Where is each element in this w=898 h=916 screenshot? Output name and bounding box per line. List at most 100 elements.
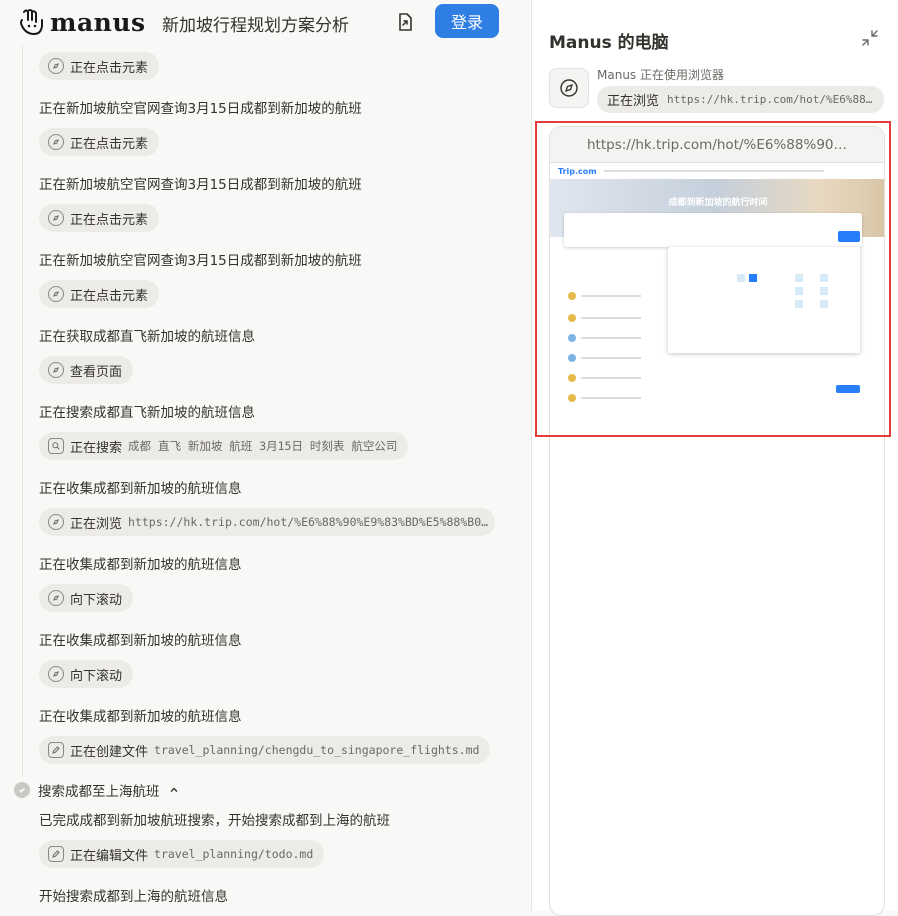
action-chip-click[interactable]: 正在点击元素 <box>39 280 160 308</box>
calendar-day[interactable] <box>845 261 853 269</box>
calendar-day[interactable] <box>770 274 778 282</box>
calendar-day[interactable] <box>795 300 803 308</box>
calendar-day[interactable] <box>712 326 720 334</box>
calendar-day[interactable] <box>795 274 803 282</box>
calendar-day[interactable] <box>820 326 828 334</box>
calendar-day[interactable] <box>833 261 841 269</box>
calendar-day[interactable] <box>712 300 720 308</box>
calendar-day[interactable] <box>845 287 853 295</box>
calendar-day[interactable] <box>795 287 803 295</box>
calendar-day[interactable] <box>724 261 732 269</box>
calendar-day[interactable] <box>674 287 682 295</box>
calendar-day[interactable] <box>770 287 778 295</box>
calendar-day[interactable] <box>674 313 682 321</box>
calendar-day[interactable] <box>737 300 745 308</box>
calendar-day[interactable] <box>737 326 745 334</box>
calendar-day[interactable] <box>820 274 828 282</box>
page-screenshot[interactable]: Trip.com 成都到新加坡的航行时间 <box>550 163 884 403</box>
collapse-icon[interactable] <box>860 28 880 48</box>
calendar-day[interactable] <box>783 261 791 269</box>
calendar-day[interactable] <box>674 274 682 282</box>
calendar-day[interactable] <box>845 300 853 308</box>
calendar-day[interactable] <box>687 287 695 295</box>
calendar-day[interactable] <box>833 300 841 308</box>
calendar-day[interactable] <box>699 287 707 295</box>
calendar-day[interactable] <box>699 326 707 334</box>
calendar-day[interactable] <box>687 261 695 269</box>
calendar-day[interactable] <box>808 300 816 308</box>
calendar-day[interactable] <box>833 274 841 282</box>
calendar-day[interactable] <box>712 274 720 282</box>
date-picker[interactable] <box>668 247 860 353</box>
calendar-day[interactable] <box>724 287 732 295</box>
chevron-up-icon[interactable] <box>168 784 180 796</box>
action-chip-edit-file[interactable]: 正在编辑文件 travel_planning/todo.md <box>39 840 325 868</box>
browser-view[interactable]: https://hk.trip.com/hot/%E6%88%90… Trip.… <box>549 126 885 916</box>
calendar-day[interactable] <box>724 274 732 282</box>
calendar-day[interactable] <box>724 326 732 334</box>
calendar-day[interactable] <box>820 287 828 295</box>
calendar-day[interactable] <box>845 274 853 282</box>
calendar-day[interactable] <box>699 261 707 269</box>
calendar-day[interactable] <box>820 261 828 269</box>
search-button[interactable] <box>838 231 860 242</box>
calendar-day[interactable] <box>770 313 778 321</box>
share-icon[interactable] <box>394 11 416 33</box>
calendar-day[interactable] <box>749 287 757 295</box>
calendar-day[interactable] <box>687 313 695 321</box>
action-chip-scroll[interactable]: 向下滚动 <box>39 660 134 688</box>
calendar-day[interactable] <box>674 261 682 269</box>
calendar-day[interactable] <box>808 313 816 321</box>
calendar-day[interactable] <box>687 326 695 334</box>
login-button[interactable]: 登录 <box>435 4 499 38</box>
calendar-day[interactable] <box>712 313 720 321</box>
calendar-day[interactable] <box>736 274 745 282</box>
calendar-day[interactable] <box>808 326 816 334</box>
calendar-day[interactable] <box>749 274 757 282</box>
calendar-day[interactable] <box>783 287 791 295</box>
calendar-day[interactable] <box>795 326 803 334</box>
calendar-day[interactable] <box>737 287 745 295</box>
calendar-day[interactable] <box>724 300 732 308</box>
calendar-day[interactable] <box>749 326 757 334</box>
calendar-day[interactable] <box>724 313 732 321</box>
calendar-day[interactable] <box>770 326 778 334</box>
calendar-day[interactable] <box>795 261 803 269</box>
calendar-day[interactable] <box>749 300 757 308</box>
calendar-day[interactable] <box>795 313 803 321</box>
calendar-day[interactable] <box>737 261 745 269</box>
calendar-day[interactable] <box>783 313 791 321</box>
calendar-day[interactable] <box>699 274 707 282</box>
action-chip-click[interactable]: 正在点击元素 <box>39 52 160 80</box>
calendar-day[interactable] <box>808 274 816 282</box>
blue-action-button[interactable] <box>836 385 860 393</box>
flight-search-box[interactable] <box>564 213 862 247</box>
calendar-day[interactable] <box>820 313 828 321</box>
calendar-day[interactable] <box>687 274 695 282</box>
calendar-day[interactable] <box>712 261 720 269</box>
calendar-day[interactable] <box>833 287 841 295</box>
calendar-day[interactable] <box>749 261 757 269</box>
calendar-day[interactable] <box>699 313 707 321</box>
step-header[interactable]: 搜索成都至上海航班 <box>14 780 180 800</box>
calendar-day[interactable] <box>770 300 778 308</box>
action-chip-click[interactable]: 正在点击元素 <box>39 204 160 232</box>
calendar-day[interactable] <box>770 261 778 269</box>
calendar-day[interactable] <box>749 313 757 321</box>
calendar-day[interactable] <box>674 326 682 334</box>
calendar-day[interactable] <box>833 313 841 321</box>
calendar-day[interactable] <box>712 287 720 295</box>
calendar-day[interactable] <box>833 326 841 334</box>
action-chip-search[interactable]: 正在搜索 成都 直飞 新加坡 航班 3月15日 时刻表 航空公司 <box>39 432 409 460</box>
calendar-day[interactable] <box>783 326 791 334</box>
logo[interactable]: manus <box>18 6 146 38</box>
calendar-day[interactable] <box>737 313 745 321</box>
calendar-day[interactable] <box>783 274 791 282</box>
calendar-day[interactable] <box>687 300 695 308</box>
calendar-day[interactable] <box>820 300 828 308</box>
calendar-day[interactable] <box>845 326 853 334</box>
calendar-day[interactable] <box>674 300 682 308</box>
action-chip-scroll[interactable]: 向下滚动 <box>39 584 134 612</box>
calendar-day[interactable] <box>808 287 816 295</box>
calendar-day[interactable] <box>699 300 707 308</box>
